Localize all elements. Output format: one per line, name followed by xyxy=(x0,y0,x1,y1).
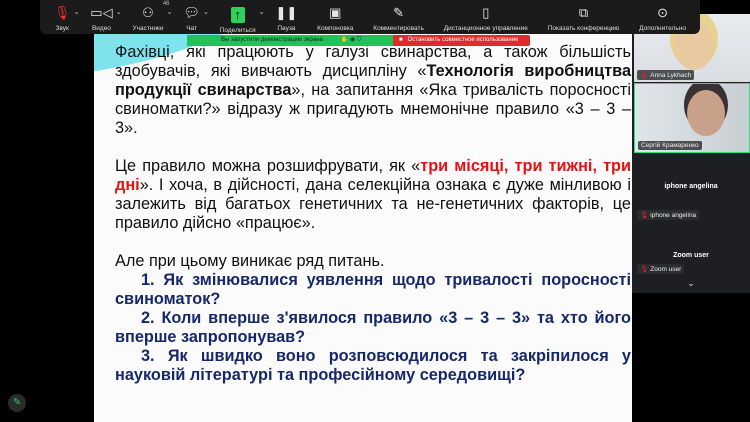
show-meeting-icon: ⧉ xyxy=(578,5,589,20)
text: ». І хоча, в дійсності, дана селекційна … xyxy=(115,176,631,232)
annotate-pen-icon[interactable]: ✎ xyxy=(8,394,26,412)
participants-button[interactable]: ⚇ 46 ⌄ Участники xyxy=(132,0,172,32)
stop-icon: ■ xyxy=(399,37,403,43)
paragraph-2: Це правило можна розшифрувати, як «три м… xyxy=(115,157,631,233)
participant-name-tag: 🎙︎ Anna Lykhach xyxy=(637,70,695,80)
annotate-icon: ✎ xyxy=(393,5,405,20)
participant-video xyxy=(687,90,725,136)
questions-intro: Але при цьому виникає ряд питань. xyxy=(115,252,385,270)
participant-name-tag: 🎙︎ Zoom user xyxy=(637,264,685,274)
meeting-toolbar: 🎙︎ ⌄ Звук ▭◁ ⌄ Видео ⚇ 46 ⌄ Участники 💬︎ ⌄ Чат ↑ ⌄… xyxy=(40,0,700,34)
label: Комментировать xyxy=(373,25,424,32)
tile-title: iphone angelina xyxy=(664,183,718,190)
participants-icon: ⚇ xyxy=(142,5,154,20)
participant-name: Zoom user xyxy=(650,266,682,273)
chevron-down-icon[interactable]: ⌄ xyxy=(74,8,80,16)
layout-icon: ▣ xyxy=(329,5,342,20)
remote-control-button[interactable]: ▯ Дистанционное управление xyxy=(444,0,528,32)
question-item: 2. Коли вперше з'явилося правило «3 – 3 … xyxy=(115,309,631,346)
sharing-status-banner: Вы запустили демонстрацию экрана ✋ ◉ ⛉ xyxy=(187,35,393,46)
mic-muted-icon: 🎙︎ xyxy=(640,72,649,79)
share-button[interactable]: ↑ ⌄ Поделиться xyxy=(219,0,265,34)
label: Дистанционное управление xyxy=(443,25,528,32)
label: Поделиться xyxy=(219,27,256,34)
chat-icon: 💬︎ xyxy=(183,5,200,20)
paragraph-1: Фахівці, які працюють у галузі свинарств… xyxy=(115,43,631,138)
question-item: 3. Як швидко воно розповсюдилося та закр… xyxy=(115,347,631,384)
participant-name: Сергій Крамаренко xyxy=(641,142,699,149)
shared-slide: Фахівці, які працюють у галузі свинарств… xyxy=(94,30,632,422)
pause-button[interactable]: ❚❚ Пауза xyxy=(276,0,298,32)
label: Компоновка xyxy=(317,25,354,32)
chevron-down-icon[interactable]: ⌄ xyxy=(632,278,750,289)
label: Чат xyxy=(186,25,198,32)
label: Видео xyxy=(91,25,111,32)
participant-name: iphone angelina xyxy=(650,212,697,219)
slide-text: Фахівці, які працюють у галузі свинарств… xyxy=(115,43,631,385)
questions-block: Але при цьому виникає ряд питань. 1. Як … xyxy=(115,252,631,385)
remote-control-icon: ▯ xyxy=(482,5,490,20)
mic-muted-icon: 🎙︎ xyxy=(640,266,649,273)
stop-sharing-button[interactable]: ■ Остановить совместное использование xyxy=(393,35,530,46)
label: Показать конференцию xyxy=(547,25,620,32)
participants-panel: 🎙︎ Anna Lykhach Сергій Крамаренко iphone … xyxy=(632,14,750,293)
more-icon: ⊙ xyxy=(657,5,669,20)
chevron-down-icon[interactable]: ⌄ xyxy=(116,8,122,16)
text: Це правило можна розшифрувати, як « xyxy=(115,157,421,175)
chat-button[interactable]: 💬︎ ⌄ Чат xyxy=(183,0,209,32)
tile-title: Zoom user xyxy=(673,252,709,259)
video-button[interactable]: ▭◁ ⌄ Видео xyxy=(90,0,121,32)
video-tile-active-speaker[interactable]: Сергій Крамаренко xyxy=(634,83,750,153)
participant-name-tag: 🎙︎ iphone angelina xyxy=(637,210,700,220)
chevron-down-icon[interactable]: ⌄ xyxy=(259,8,265,16)
label: Дополнительно xyxy=(639,25,686,32)
participants-count: 46 xyxy=(162,1,170,7)
sharing-status-text: Вы запустили демонстрацию экрана xyxy=(221,37,323,43)
mic-muted-icon: 🎙︎ xyxy=(53,5,71,20)
layout-button[interactable]: ▣ Компоновка xyxy=(317,0,353,32)
banner-controls-icon[interactable]: ✋ ◉ ⛉ xyxy=(341,35,362,46)
share-screen-icon: ↑ xyxy=(230,7,245,23)
participant-name: Anna Lykhach xyxy=(650,72,692,79)
label: Звук xyxy=(55,25,69,32)
video-icon: ▭◁ xyxy=(90,5,113,20)
chevron-down-icon[interactable]: ⌄ xyxy=(203,8,209,16)
pause-icon: ❚❚ xyxy=(275,5,298,20)
question-item: 1. Як змінювалися уявлення щодо тривалос… xyxy=(115,271,631,308)
participant-name-tag: Сергій Крамаренко xyxy=(638,141,702,150)
stop-sharing-label: Остановить совместное использование xyxy=(407,37,519,43)
audio-button[interactable]: 🎙︎ ⌄ Звук xyxy=(53,0,80,32)
show-meeting-button[interactable]: ⧉ Показать конференцию xyxy=(548,0,620,32)
more-button[interactable]: ⊙ Дополнительно xyxy=(639,0,686,32)
label: Пауза xyxy=(277,25,296,32)
chevron-down-icon[interactable]: ⌄ xyxy=(167,8,173,16)
mic-muted-icon: 🎙︎ xyxy=(640,212,649,219)
label: Участники xyxy=(132,25,164,32)
annotate-button[interactable]: ✎ Комментировать xyxy=(373,0,424,32)
